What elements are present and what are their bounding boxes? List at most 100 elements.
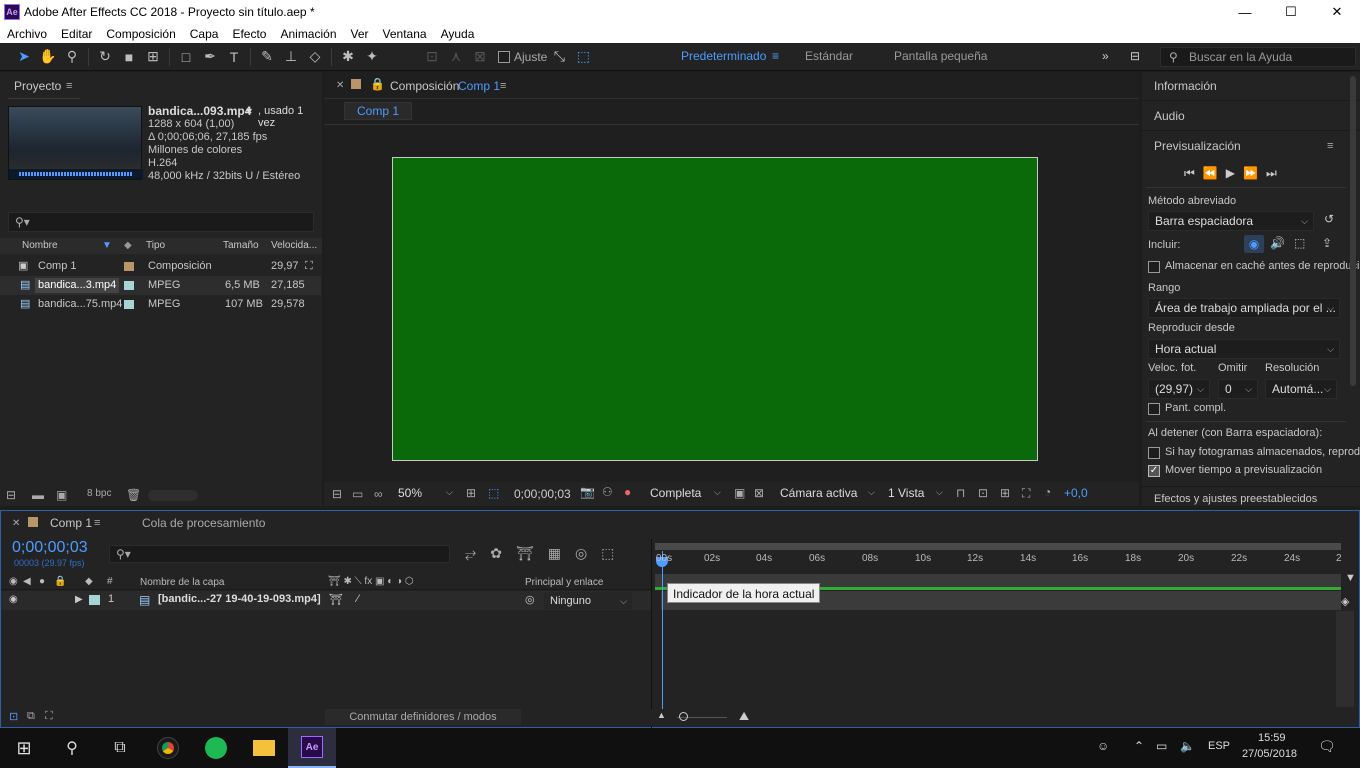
minimize-button[interactable]: —: [1222, 0, 1268, 24]
composition-name[interactable]: Comp 1: [458, 79, 500, 93]
project-panel-menu-icon[interactable]: ≡: [66, 80, 72, 92]
layer-name[interactable]: [bandic...-27 19-40-19-093.mp4]: [158, 593, 321, 605]
windows-start-icon[interactable]: ⊞: [0, 728, 48, 768]
notifications-icon[interactable]: 🗨: [1318, 738, 1336, 755]
workspace-pantalla-pequena[interactable]: Pantalla pequeña: [894, 49, 987, 63]
shortcut-dropdown[interactable]: Barra espaciadora ⌵: [1148, 211, 1314, 231]
search-icon[interactable]: ⚲: [48, 728, 96, 768]
after-effects-taskbar-icon[interactable]: Ae: [288, 728, 336, 768]
composition-canvas[interactable]: [392, 157, 1038, 461]
range-dropdown[interactable]: Área de trabajo ampliada por el ... ⌵: [1148, 298, 1340, 318]
camera-chevron-icon[interactable]: ⌵: [868, 487, 875, 498]
snap-options-icon[interactable]: ⤡: [547, 45, 571, 69]
column-nombre[interactable]: Nombre: [22, 238, 58, 254]
always-preview-icon[interactable]: ⊟: [332, 487, 342, 501]
audio-panel-header[interactable]: Audio: [1154, 109, 1185, 123]
puppet-pin-tool-icon[interactable]: ✦: [360, 45, 384, 69]
menu-animacion[interactable]: Animación: [280, 27, 336, 41]
channel-icon[interactable]: ●: [624, 485, 631, 499]
flowchart-icon[interactable]: ⛶: [1022, 486, 1030, 501]
right-panel-scrollbar[interactable]: [1350, 76, 1356, 386]
current-time-indicator[interactable]: [662, 551, 663, 711]
hand-tool-icon[interactable]: ✋: [36, 45, 60, 69]
timeline-search-input[interactable]: ⚲▾: [109, 545, 450, 563]
parent-column[interactable]: Principal y enlace: [525, 577, 603, 588]
close-panel-icon[interactable]: ✕: [336, 80, 344, 91]
workspace-predeterminado[interactable]: Predeterminado: [681, 49, 766, 63]
quality-switch-icon[interactable]: ∕: [357, 593, 359, 605]
delete-icon[interactable]: 🗑: [126, 488, 141, 502]
zoom-dropdown[interactable]: 50%: [398, 486, 422, 500]
reset-exposure-icon[interactable]: ◔: [1044, 485, 1051, 499]
toggle-switches-modes-button[interactable]: Conmutar definidores / modos: [325, 709, 521, 725]
modes-toggle-icon[interactable]: ⧉: [27, 710, 35, 723]
draft-3d-icon[interactable]: ✿: [490, 545, 502, 562]
layer-name-column[interactable]: Nombre de la capa: [140, 577, 225, 588]
bit-depth-button[interactable]: 8 bpc: [82, 488, 116, 499]
camera-tool-icon[interactable]: ■: [117, 45, 141, 69]
hide-shy-layers-icon[interactable]: ⛩: [516, 545, 534, 562]
timeline-scrollbar[interactable]: [1336, 611, 1354, 707]
spotify-icon[interactable]: [192, 728, 240, 768]
comp-button-icon[interactable]: ◈: [1341, 595, 1349, 608]
type-tool-icon[interactable]: T: [222, 45, 246, 69]
column-tamano[interactable]: Tamaño: [223, 238, 259, 254]
clock-date[interactable]: 27/05/2018: [1242, 748, 1297, 760]
menu-editar[interactable]: Editar: [61, 27, 92, 41]
close-timeline-icon[interactable]: ✕: [12, 518, 20, 529]
resolution-dropdown[interactable]: Completa: [650, 486, 701, 500]
fast-previews-icon[interactable]: ▣: [734, 486, 745, 500]
rotate-tool-icon[interactable]: ↻: [93, 45, 117, 69]
zoom-chevron-icon[interactable]: ⌵: [446, 487, 453, 498]
clock-time[interactable]: 15:59: [1258, 732, 1286, 744]
effects-panel-header[interactable]: Efectos y ajustes preestablecidos: [1154, 493, 1317, 505]
layer-video-toggle-icon[interactable]: ◉: [9, 594, 18, 605]
label-color-swatch[interactable]: [124, 262, 134, 271]
layer-label-swatch[interactable]: [89, 595, 100, 605]
sync-settings-icon[interactable]: ⊟: [1130, 49, 1140, 63]
thumbnail-size-slider[interactable]: [148, 490, 198, 501]
viewer-timecode[interactable]: 0;00;00;03: [514, 487, 571, 501]
roto-brush-tool-icon[interactable]: ✱: [336, 45, 360, 69]
resolution-dropdown[interactable]: Automá... ⌵: [1265, 379, 1337, 399]
menu-ver[interactable]: Ver: [351, 27, 369, 41]
last-frame-icon[interactable]: ⏭: [1266, 166, 1277, 181]
camera-dropdown[interactable]: Cámara activa: [780, 486, 857, 500]
label-column-icon[interactable]: ◆: [124, 238, 132, 254]
include-overlays-icon[interactable]: ⬚: [1294, 236, 1305, 250]
workspace-menu-icon[interactable]: ≡: [772, 49, 779, 63]
project-panel-title[interactable]: Proyecto: [14, 79, 61, 93]
include-audio-icon[interactable]: 🔊: [1270, 236, 1285, 250]
world-axis-icon[interactable]: ⋏: [444, 45, 468, 69]
task-view-icon[interactable]: ⧉: [96, 728, 144, 768]
transparency-grid-icon[interactable]: ⊠: [754, 486, 764, 500]
project-item-comp[interactable]: ▣ Comp 1 Composición 29,97 ⛶: [0, 257, 321, 276]
menu-archivo[interactable]: Archivo: [7, 27, 47, 41]
workspace-estandar[interactable]: Estándar: [805, 49, 853, 63]
lock-icon[interactable]: 🔒: [370, 77, 385, 91]
shy-switch-icon[interactable]: ⛩: [329, 593, 343, 606]
show-hidden-icons-icon[interactable]: ⌃: [1134, 739, 1144, 753]
exposure-value[interactable]: +0,0: [1064, 486, 1088, 500]
file-explorer-icon[interactable]: [240, 728, 288, 768]
menu-efecto[interactable]: Efecto: [232, 27, 266, 41]
monitor-icon[interactable]: ▭: [352, 487, 363, 501]
work-area-bar[interactable]: [655, 543, 1341, 550]
pen-tool-icon[interactable]: ✒: [198, 45, 222, 69]
menu-composicion[interactable]: Composición: [106, 27, 175, 41]
views-chevron-icon[interactable]: ⌵: [936, 487, 943, 498]
info-panel-header[interactable]: Información: [1154, 79, 1217, 93]
resolution-chevron-icon[interactable]: ⌵: [714, 487, 721, 498]
project-item-footage-1[interactable]: ▤ bandica...3.mp4 MPEG 6,5 MB 27,185: [0, 276, 321, 295]
region-of-interest-icon[interactable]: ⬚: [488, 486, 499, 500]
zoom-end-icon[interactable]: ▼: [1345, 572, 1356, 584]
layer-expand-icon[interactable]: ▶: [75, 594, 83, 605]
stretch-toggle-icon[interactable]: ⛶: [45, 710, 53, 723]
pick-whip-icon[interactable]: ◎: [525, 593, 535, 606]
help-search-input[interactable]: ⚲ Buscar en la Ayuda: [1160, 47, 1356, 67]
play-from-dropdown[interactable]: Hora actual ⌵: [1148, 339, 1340, 359]
cached-frames-checkbox[interactable]: [1148, 447, 1160, 459]
frame-blending-icon[interactable]: ▦: [548, 545, 561, 562]
show-snapshot-icon[interactable]: ⚇: [602, 485, 613, 499]
menu-capa[interactable]: Capa: [190, 27, 219, 41]
